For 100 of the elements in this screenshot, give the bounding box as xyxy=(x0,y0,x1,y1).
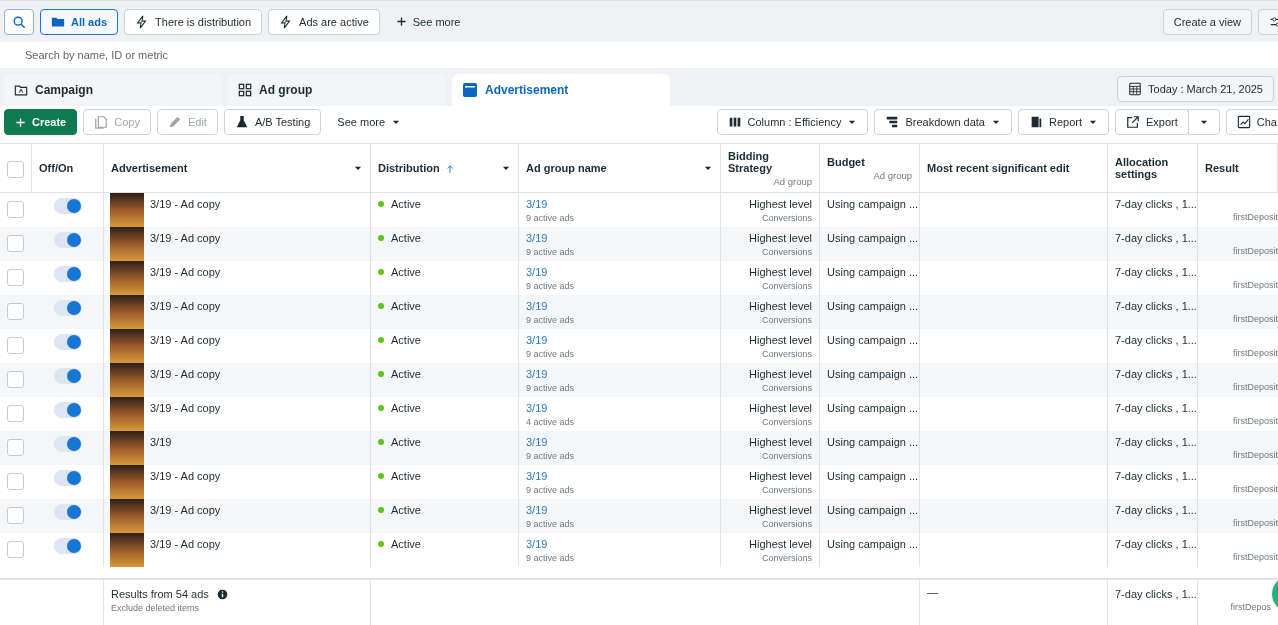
filter-chip[interactable]: There is distribution xyxy=(124,8,263,35)
toggle-switch[interactable] xyxy=(53,198,82,214)
toggle-switch[interactable] xyxy=(53,504,82,520)
photo-placeholder xyxy=(110,295,144,329)
row-checkbox[interactable] xyxy=(7,371,24,388)
bidding-strategy: Highest level xyxy=(749,436,812,448)
folder-icon xyxy=(14,83,28,97)
ad-count: 9 active ads xyxy=(526,315,575,325)
toggle-switch[interactable] xyxy=(53,266,82,282)
column-header[interactable]: Budget xyxy=(827,155,912,168)
row-checkbox[interactable] xyxy=(7,269,24,286)
chart-button[interactable]: Cha xyxy=(1225,109,1278,135)
ad-name: 3/19 - Ad copy xyxy=(150,333,221,348)
toggle-switch[interactable] xyxy=(53,436,82,452)
row-checkbox[interactable] xyxy=(7,439,24,456)
lightning-icon xyxy=(135,14,150,29)
allocation-text: 7-day clicks , 1... xyxy=(1115,402,1197,414)
toggle-switch[interactable] xyxy=(53,300,82,316)
tab[interactable]: Advertisement xyxy=(452,74,670,106)
bidding-goal: Conversions xyxy=(761,553,812,563)
budget-text: Using campaign ... xyxy=(827,436,919,448)
status-text: Active xyxy=(391,538,421,550)
row-checkbox[interactable] xyxy=(7,473,24,490)
report-button[interactable]: Report xyxy=(1018,109,1109,135)
result-type: firstDeposit xyxy=(1233,382,1278,392)
ad-group-link[interactable]: 3/19 xyxy=(526,436,548,448)
bidding-strategy: Highest level xyxy=(749,470,812,482)
ad-count: 9 active ads xyxy=(526,519,575,529)
ad-group-link[interactable]: 3/19 xyxy=(526,334,548,346)
ad-group-link[interactable]: 3/19 xyxy=(526,198,548,210)
ad-group-link[interactable]: 3/19 xyxy=(526,538,548,550)
column-header[interactable]: Allocation settings xyxy=(1115,156,1190,180)
bidding-strategy: Highest level xyxy=(749,300,812,312)
column-header[interactable]: Bidding Strategy xyxy=(728,149,812,174)
plus-icon xyxy=(395,16,407,27)
status-text: Active xyxy=(391,368,421,380)
breakdown-button[interactable]: Breakdown data xyxy=(874,109,1012,135)
allocation-text: 7-day clicks , 1... xyxy=(1115,436,1197,448)
allocation-text: 7-day clicks , 1... xyxy=(1115,198,1197,210)
budget-text: Using campaign ... xyxy=(827,504,919,516)
ad-name: 3/19 - Ad copy xyxy=(150,231,221,246)
status-text: Active xyxy=(391,334,421,346)
status-text: Active xyxy=(391,436,421,448)
toggle-switch[interactable] xyxy=(53,470,82,486)
export-button[interactable]: Export xyxy=(1115,109,1189,135)
ad-count: 9 active ads xyxy=(526,553,575,563)
breakdown-icon xyxy=(885,115,900,129)
toggle-switch[interactable] xyxy=(53,538,82,554)
row-checkbox[interactable] xyxy=(7,201,24,218)
column-header[interactable]: Distribution xyxy=(378,161,440,174)
bidding-goal: Conversions xyxy=(761,349,812,359)
flask-button[interactable]: A/B Testing xyxy=(223,109,322,135)
allocation-text: 7-day clicks , 1... xyxy=(1115,504,1197,516)
ad-group-link[interactable]: 3/19 xyxy=(526,266,548,278)
photo-placeholder xyxy=(110,193,144,227)
column-header[interactable]: Result xyxy=(1205,162,1239,174)
allocation-text: 7-day clicks , 1... xyxy=(1115,470,1197,482)
toggle-switch[interactable] xyxy=(53,402,82,418)
column-header[interactable]: Advertisement xyxy=(111,162,188,174)
create-view-button[interactable]: Create a view xyxy=(1162,8,1252,35)
date-range-button[interactable]: Today : March 21, 2025 xyxy=(1117,76,1274,102)
ad-group-link[interactable]: 3/19 xyxy=(526,232,548,244)
bidding-goal: Conversions xyxy=(761,281,812,291)
status-text: Active xyxy=(391,504,421,516)
toggle-switch[interactable] xyxy=(53,334,82,350)
row-checkbox[interactable] xyxy=(7,235,24,252)
tab[interactable]: Campaign xyxy=(4,74,222,106)
row-checkbox[interactable] xyxy=(7,405,24,422)
allocation-text: 7-day clicks , 1... xyxy=(1115,334,1197,346)
row-checkbox[interactable] xyxy=(7,303,24,320)
filter-chip[interactable]: All ads xyxy=(40,8,119,35)
ad-group-link[interactable]: 3/19 xyxy=(526,504,548,516)
column-subheader: Ad group xyxy=(872,169,912,181)
tab[interactable]: Ad group xyxy=(228,74,446,106)
bidding-strategy: Highest level xyxy=(749,538,812,550)
budget-text: Using campaign ... xyxy=(827,300,919,312)
row-checkbox[interactable] xyxy=(7,541,24,558)
toggle-switch[interactable] xyxy=(53,368,82,384)
edit-summary: — xyxy=(927,586,938,598)
bidding-goal: Conversions xyxy=(761,485,812,495)
see-more-button[interactable]: See more xyxy=(327,109,412,135)
ad-group-link[interactable]: 3/19 xyxy=(526,402,548,414)
see-more-button[interactable]: See more xyxy=(385,8,471,35)
toggle-switch[interactable] xyxy=(53,232,82,248)
ad-group-link[interactable]: 3/19 xyxy=(526,368,548,380)
filter-chip[interactable]: Ads are active xyxy=(268,8,380,35)
create-button[interactable]: Create xyxy=(4,109,78,135)
result-type: firstDepos xyxy=(1230,602,1271,612)
ad-group-link[interactable]: 3/19 xyxy=(526,470,548,482)
row-checkbox[interactable] xyxy=(7,337,24,354)
column-header[interactable]: Most recent significant edit xyxy=(927,162,1070,174)
photo-placeholder xyxy=(110,329,144,363)
column-header[interactable]: Off/On xyxy=(39,162,74,174)
ad-group-link[interactable]: 3/19 xyxy=(526,300,548,312)
column-header[interactable]: Ad group name xyxy=(526,162,607,174)
select-all-checkbox[interactable] xyxy=(7,160,24,178)
result-type: firstDeposit xyxy=(1233,518,1278,528)
search-button[interactable] xyxy=(4,8,34,35)
columns-button[interactable]: Column : Efficiency xyxy=(716,109,869,135)
row-checkbox[interactable] xyxy=(7,507,24,524)
